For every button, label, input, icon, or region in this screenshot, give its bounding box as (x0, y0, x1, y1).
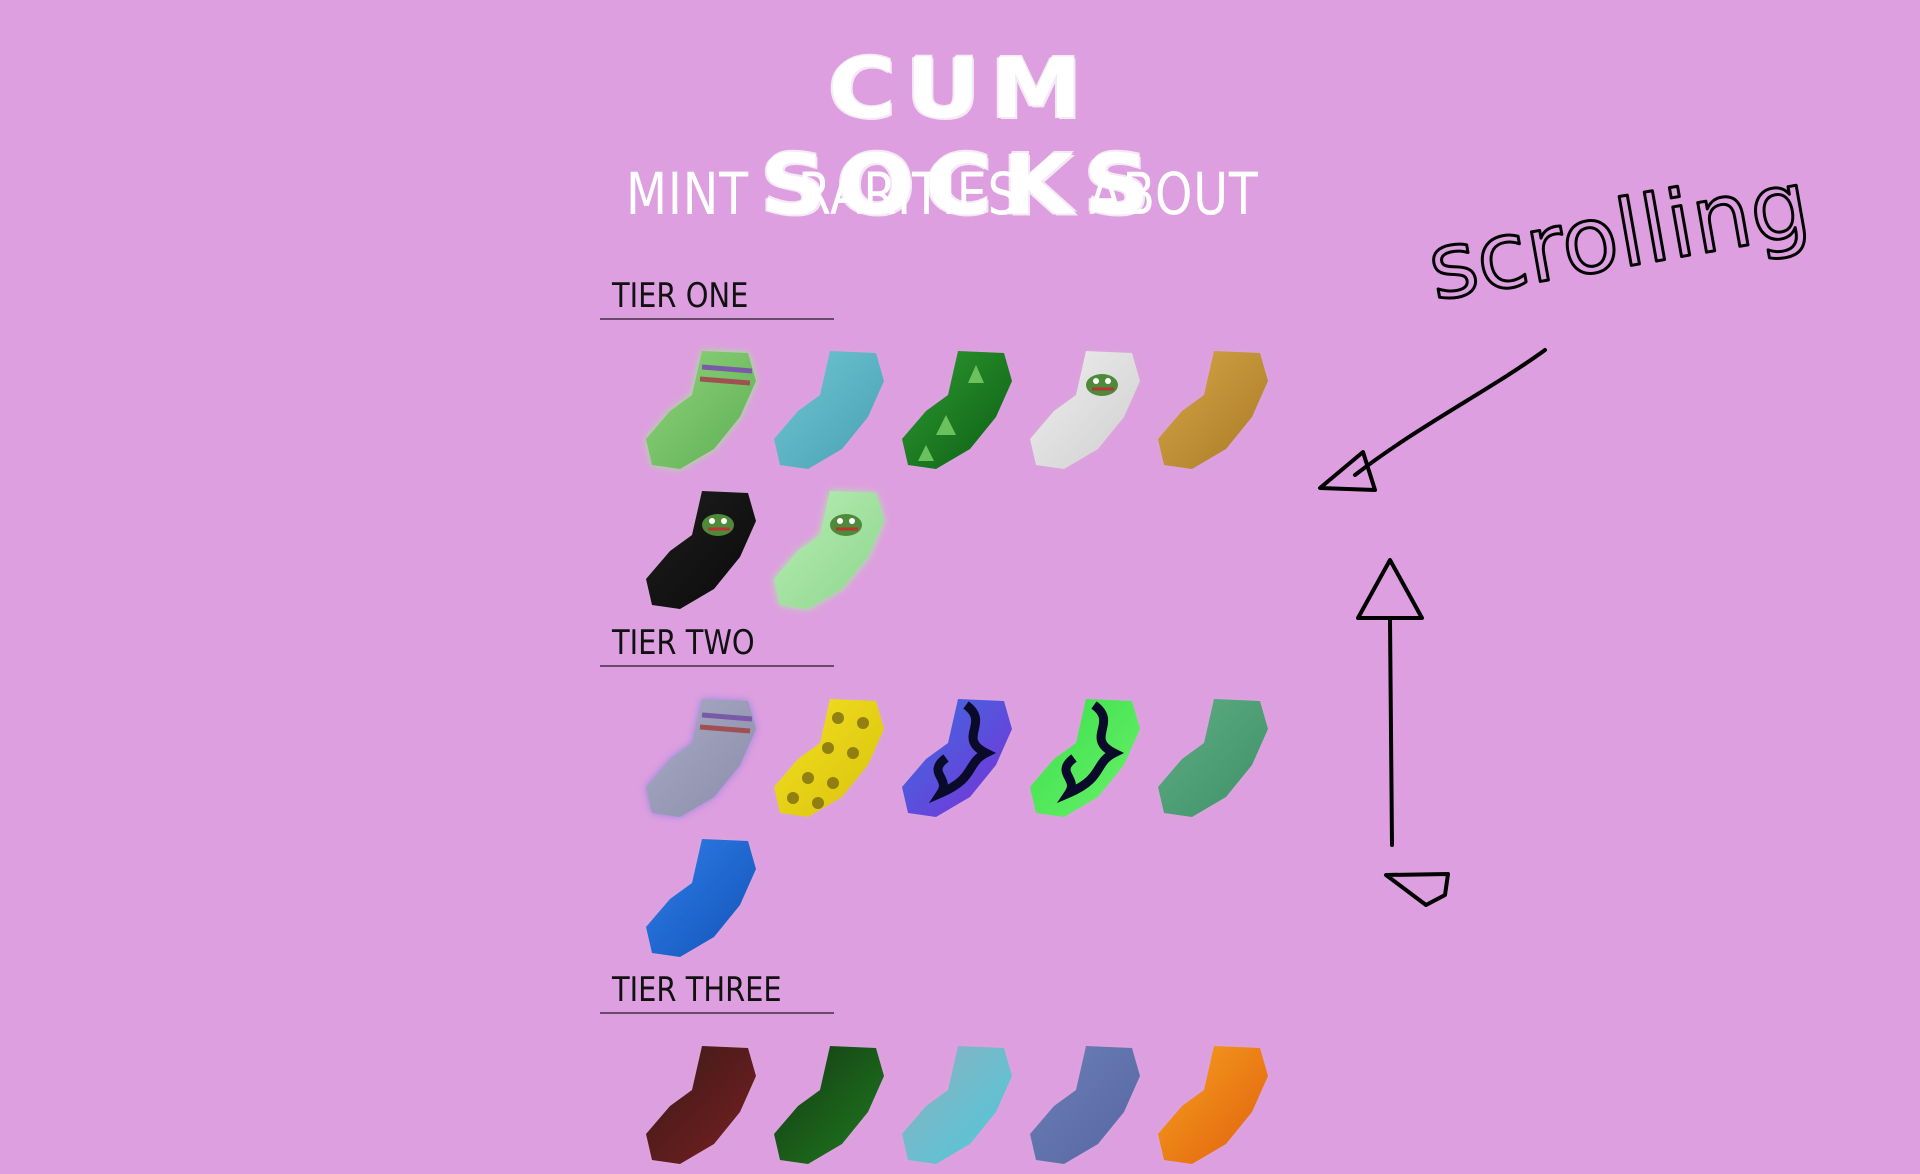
green-striped-sock-icon[interactable] (640, 345, 770, 475)
nav-mint[interactable]: MINT (626, 160, 749, 228)
tier-three-heading: TIER THREE (600, 970, 834, 1014)
diagonal-arrow-line (1353, 348, 1547, 477)
orange-crystal-sock-icon[interactable] (1152, 1040, 1282, 1170)
down-arrow-head (1384, 872, 1450, 907)
nav-rarities[interactable]: RARITIES (798, 160, 1019, 228)
purple-flame-sock-icon[interactable] (896, 693, 1026, 823)
black-frog-sock-icon[interactable] (640, 485, 770, 615)
diagonal-arrow-head (1318, 450, 1377, 492)
cyan-sparkle-sock-icon[interactable] (768, 345, 898, 475)
white-frog-sock-icon[interactable] (1024, 345, 1154, 475)
scrolling-annotation-text: scrolling (1420, 150, 1817, 322)
green-flame-sock-icon[interactable] (1024, 693, 1154, 823)
grey-striped-sock-icon[interactable] (640, 693, 770, 823)
main-nav: MINT RARITIES ABOUT (626, 160, 1296, 228)
vertical-arrow-line (1388, 618, 1394, 847)
tier-one-heading: TIER ONE (600, 276, 834, 320)
gold-sparkle-sock-icon[interactable] (1152, 345, 1282, 475)
teal-striped-sock-icon[interactable] (896, 1040, 1026, 1170)
scrolling-annotation: scrolling (1300, 148, 1820, 950)
yellow-spotted-sock-icon[interactable] (768, 693, 898, 823)
up-arrow-head (1356, 558, 1424, 620)
leaf-pattern-sock-icon[interactable] (896, 345, 1026, 475)
blue-crystal-sock-icon[interactable] (640, 833, 770, 963)
tier-two-heading: TIER TWO (600, 623, 834, 667)
jade-sparkle-sock-icon[interactable] (1152, 693, 1282, 823)
slate-blue-sock-icon[interactable] (1024, 1040, 1154, 1170)
mint-frog-sock-icon[interactable] (768, 485, 898, 615)
dark-leaf-sock-icon[interactable] (768, 1040, 898, 1170)
nav-about[interactable]: ABOUT (1089, 160, 1259, 228)
dark-red-sock-icon[interactable] (640, 1040, 770, 1170)
